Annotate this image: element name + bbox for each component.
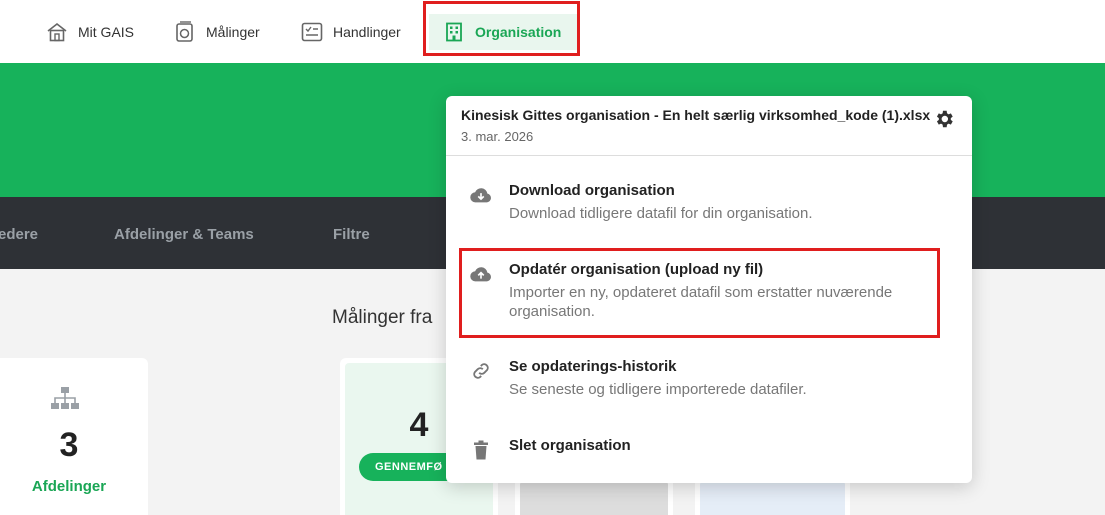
checklist-icon <box>301 21 323 43</box>
dropdown-header: Kinesisk Gittes organisation - En helt s… <box>446 96 972 156</box>
stat-card-afdelinger[interactable]: 3 Afdelinger <box>0 358 148 515</box>
gear-icon[interactable] <box>933 108 955 130</box>
home-icon <box>46 21 68 43</box>
stat-label: Afdelinger <box>31 478 107 495</box>
nav-label: Organisation <box>475 24 562 40</box>
nav-item-organisation[interactable]: Organisation <box>429 14 580 50</box>
menu-item-desc: Se seneste og tidligere importerede data… <box>509 381 807 398</box>
subnav-item-medlemmer[interactable]: edere <box>0 226 38 243</box>
menu-item-update-history[interactable]: Se opdaterings-historik Se seneste og ti… <box>446 358 972 398</box>
menu-item-desc: Download tidligere datafil for din organ… <box>509 205 813 222</box>
menu-item-title: Opdatér organisation (upload ny fil) <box>509 261 764 278</box>
menu-item-title: Se opdaterings-historik <box>509 358 677 375</box>
top-navigation: Mit GAIS Målinger Handlinger Organisatio… <box>0 0 1105 63</box>
nav-item-handlinger[interactable]: Handlinger <box>301 14 401 50</box>
stat-value: 3 <box>59 426 79 464</box>
menu-item-delete-organisation[interactable]: Slet organisation <box>446 437 972 461</box>
organisation-dropdown-menu: Kinesisk Gittes organisation - En helt s… <box>446 96 972 483</box>
nav-item-mit-gais[interactable]: Mit GAIS <box>46 14 134 50</box>
file-name: Kinesisk Gittes organisation - En helt s… <box>461 107 931 123</box>
menu-item-update-organisation[interactable]: Opdatér organisation (upload ny fil) Imp… <box>446 261 972 321</box>
nav-label: Handlinger <box>333 24 401 40</box>
menu-item-title: Download organisation <box>509 182 675 199</box>
menu-item-desc: Importer en ny, opdateret datafil som er… <box>509 284 893 320</box>
trash-icon <box>470 439 492 461</box>
cloud-upload-icon <box>470 263 492 285</box>
file-date: 3. mar. 2026 <box>461 129 534 144</box>
nav-label: Mit GAIS <box>78 24 135 40</box>
org-chart-icon <box>50 386 80 415</box>
stat-card-partial <box>515 478 673 515</box>
building-icon <box>443 21 465 43</box>
subnav-item-filtre[interactable]: Filtre <box>333 226 370 243</box>
subnav-item-afdelinger-teams[interactable]: Afdelinger & Teams <box>114 226 254 243</box>
link-icon <box>470 360 492 382</box>
stat-card-partial-blue <box>695 478 850 515</box>
measurements-icon <box>174 21 196 43</box>
nav-item-malinger[interactable]: Målinger <box>174 14 260 50</box>
section-title: Målinger fra <box>332 307 433 328</box>
menu-item-download-organisation[interactable]: Download organisation Download tidligere… <box>446 182 972 222</box>
nav-label: Målinger <box>206 24 260 40</box>
menu-item-title: Slet organisation <box>509 437 631 454</box>
cloud-download-icon <box>470 184 492 206</box>
